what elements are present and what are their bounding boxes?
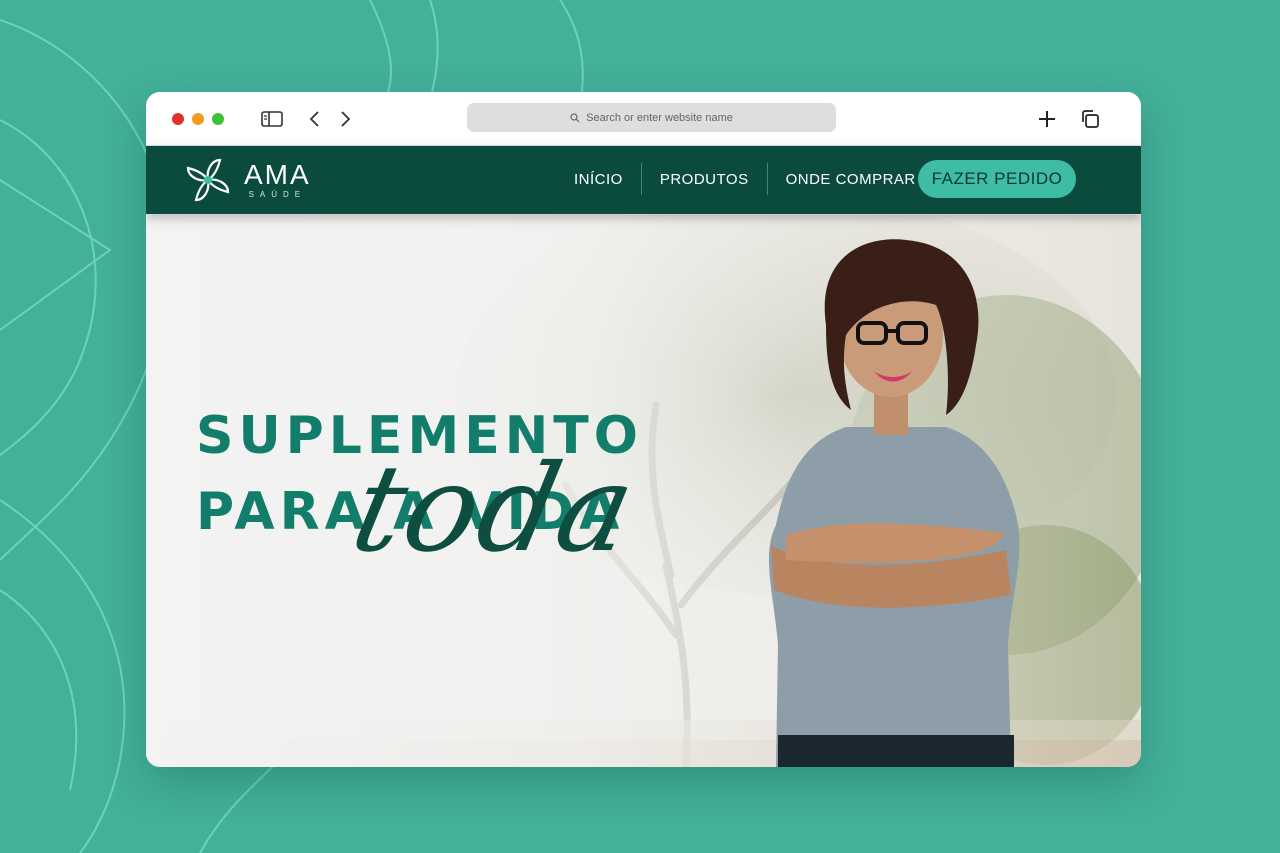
hero-script-word: toda <box>341 440 648 579</box>
hero-banner: SUPLEMENTO PARA A VIDA toda <box>146 215 1141 767</box>
minimize-window-button[interactable] <box>192 113 204 125</box>
site-navbar: AMA SAÚDE INÍCIO PRODUTOS ONDE COMPRAR F… <box>146 146 1141 214</box>
new-tab-icon[interactable] <box>1035 108 1059 130</box>
fazer-pedido-button[interactable]: FAZER PEDIDO <box>918 160 1076 198</box>
browser-toolbar: Search or enter website name <box>146 92 1141 146</box>
nav-link-onde-comprar[interactable]: ONDE COMPRAR <box>768 163 934 195</box>
address-bar[interactable]: Search or enter website name <box>467 103 836 132</box>
main-nav: INÍCIO PRODUTOS ONDE COMPRAR <box>556 163 934 195</box>
back-arrow-icon[interactable] <box>302 108 326 130</box>
close-window-button[interactable] <box>172 113 184 125</box>
logo-subtitle: SAÚDE <box>248 190 307 199</box>
search-icon <box>570 112 580 122</box>
maximize-window-button[interactable] <box>212 113 224 125</box>
nav-link-produtos[interactable]: PRODUTOS <box>642 163 767 195</box>
site-logo[interactable]: AMA SAÚDE <box>182 153 311 207</box>
tab-overview-icon[interactable] <box>1078 108 1102 130</box>
address-placeholder: Search or enter website name <box>586 111 733 124</box>
nav-link-inicio[interactable]: INÍCIO <box>556 163 641 195</box>
logo-name: AMA <box>244 159 311 190</box>
browser-window: Search or enter website name AMA SAÚDE I… <box>146 92 1141 767</box>
pinwheel-logo-icon <box>186 158 230 202</box>
sidebar-toggle-icon[interactable] <box>260 108 284 130</box>
forward-arrow-icon[interactable] <box>334 108 358 130</box>
